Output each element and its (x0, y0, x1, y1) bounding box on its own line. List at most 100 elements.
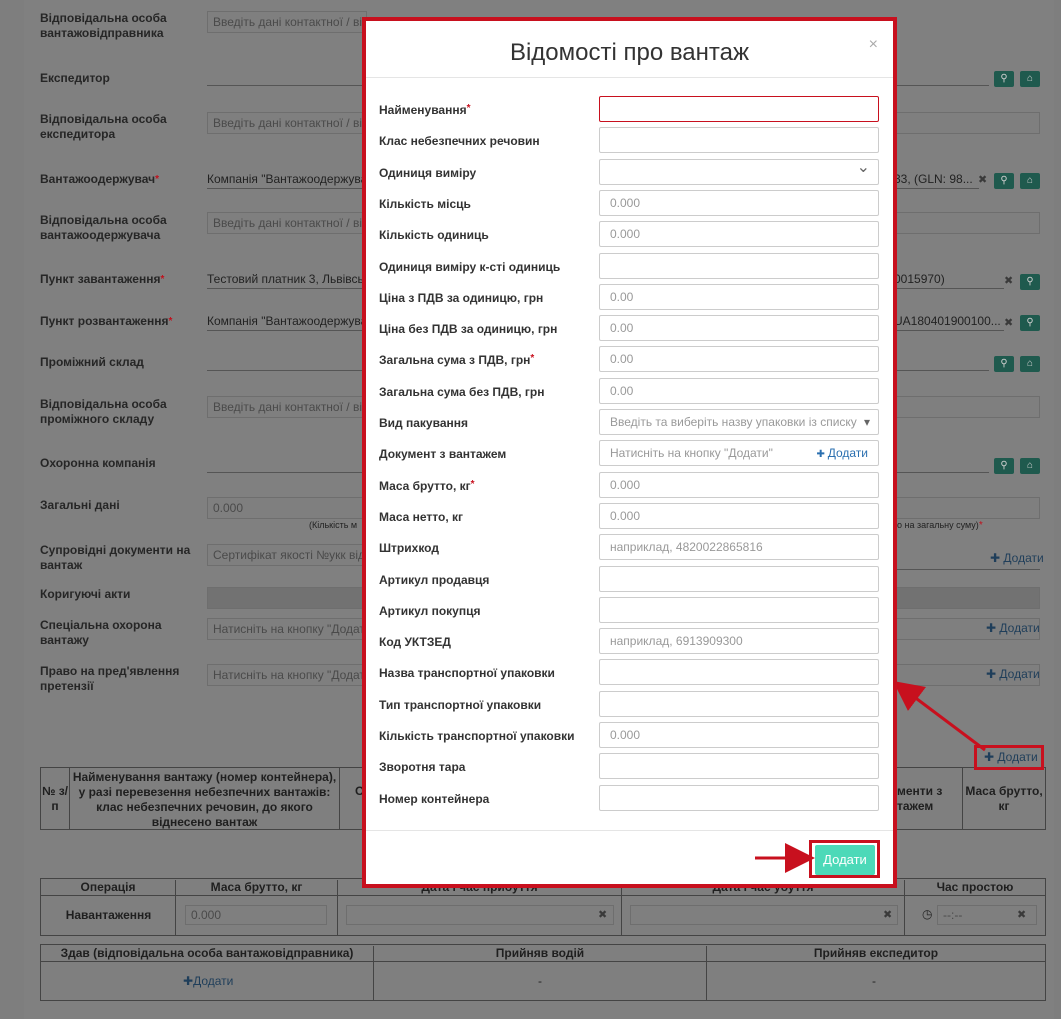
field-input[interactable]: 0.000 (599, 189, 879, 216)
loading-select-left[interactable]: Тестовий платник 3, Львівськ (207, 271, 367, 289)
field-input[interactable] (599, 659, 879, 686)
home-icon[interactable]: ⌂ (1020, 71, 1040, 87)
field-input[interactable] (599, 753, 879, 780)
general-data-input[interactable]: 0.000 (207, 497, 367, 519)
signatures-table: Здав (відповідальна особа вантажовідправ… (40, 944, 1046, 1001)
consignee-select-left[interactable]: Компанія "Вантажоодержувач (207, 171, 367, 189)
search-icon[interactable]: ⚲ (994, 71, 1014, 87)
field-input[interactable]: 0.000 (599, 471, 879, 498)
accompanying-docs-input[interactable]: Сертифікат якості №укк від 2 (207, 544, 367, 566)
field-input[interactable]: ⌄ (599, 158, 879, 185)
resp-forwarder-input-right[interactable] (894, 112, 1040, 134)
field-input[interactable]: 0.00 (599, 315, 879, 342)
field-input[interactable]: наприклад, 6913909300 (599, 628, 879, 655)
search-icon[interactable]: ⚲ (994, 458, 1014, 474)
driver-value: - (538, 974, 542, 988)
field-input[interactable]: 0.00 (599, 283, 879, 310)
field-input[interactable] (599, 690, 879, 717)
add-docs-link[interactable]: ✚ Додати (990, 551, 1044, 565)
field-label: Кількість одиниць (379, 228, 489, 243)
field-label: Тип транспортної упаковки (379, 697, 542, 712)
field-label: Одиниця виміру к-сті одиниць (379, 259, 561, 274)
security-select-right[interactable] (894, 455, 989, 473)
form-row: Тип транспортної упаковки (379, 690, 879, 718)
add-handed-link[interactable]: ✚Додати (183, 974, 233, 988)
form-row: Артикул покупця (379, 596, 879, 624)
unloading-select-right[interactable]: UA180401900100... (894, 313, 1004, 331)
label-consignee: Вантажоодержувач* (40, 172, 159, 186)
resp-forwarder-input[interactable]: Введіть дані контактної / від (207, 112, 367, 134)
clear-icon[interactable]: ✖ (883, 908, 892, 921)
resp-warehouse-input-right[interactable] (894, 396, 1040, 418)
field-input[interactable] (599, 596, 879, 623)
clear-icon[interactable]: ✖ (598, 908, 607, 921)
field-label: Вид пакування (379, 416, 468, 430)
warehouse-select-right[interactable] (894, 353, 989, 371)
field-input[interactable] (599, 565, 879, 592)
label-loading-point: Пункт завантаження* (40, 272, 165, 286)
search-icon[interactable]: ⚲ (994, 173, 1014, 189)
search-icon[interactable]: ⚲ (1020, 274, 1040, 290)
field-input[interactable] (599, 96, 879, 122)
field-label: Клас небезпечних речовин (379, 134, 540, 149)
form-row: Вид пакування Введіть та виберіть назву у… (379, 409, 879, 436)
submit-button[interactable]: Додати (815, 845, 875, 875)
home-icon[interactable]: ⌂ (1020, 356, 1040, 372)
resp-consignee-input[interactable]: Введіть дані контактної / від (207, 212, 367, 234)
field-input[interactable]: Введіть та виберіть назву упаковки із сп… (599, 409, 879, 435)
clear-icon[interactable]: ✖ (1004, 274, 1013, 287)
search-icon[interactable]: ⚲ (1020, 315, 1040, 331)
general-data-input-right[interactable] (894, 497, 1040, 519)
special-security-input[interactable]: Натисніть на кнопку "Додати (207, 618, 367, 640)
general-note-right: о на загальну суму)* (897, 520, 983, 531)
home-icon[interactable]: ⌂ (1020, 458, 1040, 474)
label-special-security: Спеціальна охорона вантажу (40, 618, 162, 647)
form-row: Документ з вантажем Натисніть на кнопку "… (379, 440, 879, 467)
arrival-input[interactable] (346, 905, 614, 925)
field-input[interactable]: 0.000 (599, 722, 879, 748)
correcting-acts-field (207, 587, 367, 609)
forwarder-select-left[interactable] (207, 68, 367, 86)
add-claim-link[interactable]: ✚ Додати (986, 667, 1040, 681)
field-input[interactable] (599, 252, 879, 279)
close-icon[interactable]: × (869, 36, 878, 54)
search-icon[interactable]: ⚲ (994, 356, 1014, 372)
loading-select-right[interactable]: 0015970) (894, 271, 1004, 289)
form-row: Загальна сума з ПДВ, грн* 0.00 (379, 346, 879, 373)
field-label: Код УКТЗЕД (379, 635, 451, 650)
field-input[interactable]: наприклад, 4820022865816 (599, 534, 879, 561)
clear-icon[interactable]: ✖ (1004, 316, 1013, 329)
warehouse-select-left[interactable] (207, 353, 367, 371)
chevron-down-icon: ▾ (863, 415, 870, 429)
home-icon[interactable]: ⌂ (1020, 173, 1040, 189)
resp-consignee-input-right[interactable] (894, 212, 1040, 234)
form-row: Зворотня тара (379, 753, 879, 780)
label-claim-right: Право на пред'явлення претензії (40, 664, 180, 693)
resp-warehouse-input[interactable]: Введіть дані контактної / від (207, 396, 367, 418)
field-input[interactable]: 0.000 (599, 221, 879, 248)
field-input[interactable]: Натисніть на кнопку "Додати" ✚ Додати (599, 440, 879, 467)
field-input[interactable]: 0.00 (599, 346, 879, 373)
add-security-link[interactable]: ✚ Додати (986, 621, 1040, 635)
security-select-left[interactable] (207, 455, 367, 473)
consignee-select-right[interactable]: 33, (GLN: 98... (894, 171, 979, 189)
required-marker: * (530, 353, 535, 365)
field-input[interactable]: 0.00 (599, 377, 879, 404)
modal-title: Відомості про вантаж (509, 39, 750, 66)
field-input[interactable]: 0.000 (599, 502, 879, 529)
resp-shipper-input[interactable]: Введіть дані контактної / від (207, 11, 367, 33)
label-general-data: Загальні дані (40, 498, 120, 512)
add-document-link[interactable]: ✚ Додати (817, 441, 868, 467)
field-input[interactable] (599, 127, 879, 154)
row-gross-input[interactable]: 0.000 (185, 905, 327, 925)
clear-icon[interactable]: ✖ (978, 173, 987, 186)
field-input[interactable] (599, 784, 879, 811)
forwarder-select-right[interactable] (894, 68, 989, 86)
add-cargo-link[interactable]: ✚ Додати (984, 750, 1038, 764)
claim-right-input[interactable]: Натисніть на кнопку "Додати (207, 664, 367, 686)
field-label: Артикул покупця (379, 603, 481, 618)
departure-input[interactable] (630, 905, 898, 925)
clear-icon[interactable]: ✖ (1017, 908, 1026, 921)
form-row: Артикул продавця (379, 565, 879, 593)
unloading-select-left[interactable]: Компанія "Вантажоодержувач (207, 313, 367, 331)
